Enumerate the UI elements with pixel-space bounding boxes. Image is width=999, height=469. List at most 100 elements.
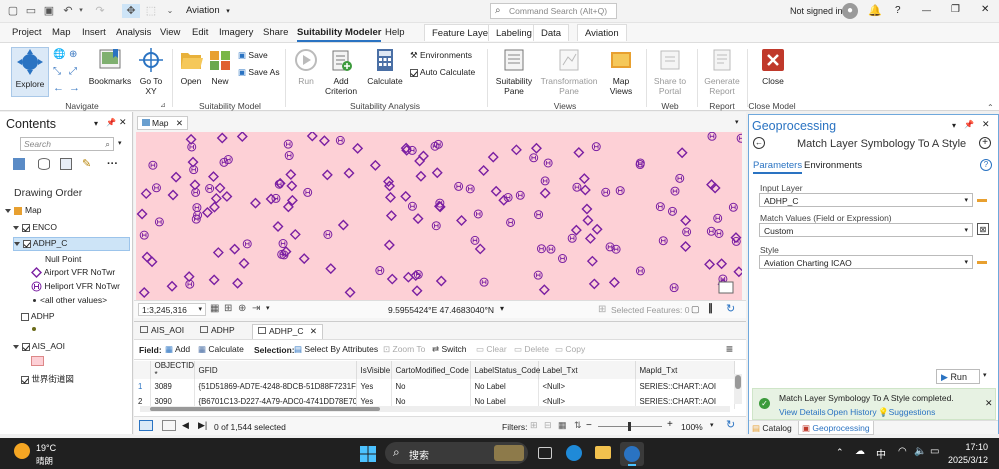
table-menu-icon[interactable]: ≡ [726, 342, 733, 356]
cloud-icon[interactable]: ☁ [855, 446, 865, 457]
customize-toolbar-icon[interactable]: ⌄ [163, 4, 177, 18]
map-canvas[interactable] [136, 132, 742, 300]
show-selected-records-icon[interactable] [162, 420, 176, 431]
fixed-zoom-in-icon[interactable]: ⤡ [53, 66, 61, 77]
edge-icon[interactable] [566, 445, 582, 461]
search-dropdown-icon[interactable]: ▾ [118, 139, 122, 147]
calculate-field-button[interactable]: ▦ Calculate [198, 344, 244, 355]
table-cell[interactable]: No Label [470, 379, 539, 394]
toc-heliport-class[interactable]: Heliport VFR NoTwr [31, 281, 120, 295]
open-button[interactable]: Open [178, 47, 204, 86]
switch-selection-button[interactable]: ⇄ Switch [432, 344, 467, 355]
list-by-data-source-icon[interactable] [38, 158, 50, 170]
tab-edit[interactable]: Edit [192, 27, 208, 38]
snap-icon[interactable]: ⇥ [252, 303, 260, 314]
adhp-checkbox[interactable] [21, 312, 29, 321]
coordinate-options-icon[interactable]: ▾ [500, 304, 504, 313]
row-number[interactable]: 1 [134, 379, 151, 394]
toc-adhp-c[interactable]: ADHP_C [13, 237, 130, 251]
tab-environments[interactable]: Environments [804, 160, 862, 171]
refresh-icon[interactable]: ↻ [726, 418, 735, 431]
new-project-icon[interactable]: ▢ [6, 4, 20, 18]
slider-thumb[interactable] [628, 422, 631, 431]
bookmarks-button[interactable]: Bookmarks [88, 47, 132, 86]
grid-icon[interactable]: ▦ [210, 303, 219, 314]
tab-options-icon[interactable]: ▾ [735, 118, 739, 126]
collapse-ribbon-icon[interactable]: ⌃ [987, 103, 994, 112]
table-zoom-slider[interactable] [598, 422, 662, 431]
dismiss-message-icon[interactable]: ✕ [985, 398, 993, 409]
zoom-in-icon[interactable]: + [667, 419, 673, 430]
column-header[interactable]: Label_Txt [538, 361, 636, 379]
arcgis-pro-taskbar-button[interactable] [620, 442, 644, 466]
maximize-button[interactable]: ❐ [951, 4, 960, 15]
tab-project[interactable]: Project [12, 27, 42, 38]
view-details-link[interactable]: View Details [779, 407, 826, 417]
fixed-zoom-out-icon[interactable]: ⤢ [69, 66, 77, 77]
calculate-button[interactable]: Calculate [366, 47, 404, 86]
suitability-pane-button[interactable]: Suitability Pane [492, 47, 536, 96]
list-by-drawing-order-icon[interactable] [13, 158, 25, 170]
table-tab-ais-aoi[interactable]: AIS_AOI [140, 325, 184, 339]
close-tab-icon[interactable]: ✕ [176, 118, 183, 128]
contents-search-input[interactable]: Search ⌕ [20, 137, 114, 151]
tab-aviation[interactable]: Aviation [577, 24, 627, 41]
weather-temp[interactable]: 19°C [36, 443, 56, 453]
catalog-tab[interactable]: ▤ Catalog [752, 423, 792, 434]
adhp-c-checkbox[interactable] [23, 239, 31, 248]
column-header[interactable]: LabelStatus_Code [470, 361, 540, 379]
browse-folder-icon[interactable]: ▬ [977, 194, 987, 205]
tab-analysis[interactable]: Analysis [116, 27, 151, 38]
scrollbar-thumb[interactable] [735, 375, 741, 389]
close-window-button[interactable]: ✕ [981, 4, 989, 15]
filter-definition-icon[interactable]: ⊟ [544, 420, 552, 431]
project-combo[interactable]: Aviation ▾ [186, 4, 248, 18]
clock-time[interactable]: 17:10 [948, 442, 988, 452]
first-record-icon[interactable]: ◀ [182, 420, 189, 431]
table-tab-adhp[interactable]: ADHP [200, 325, 235, 339]
auto-calculate-checkbox[interactable]: Auto Calculate [410, 67, 475, 77]
pan-icon[interactable]: ✥ [122, 4, 140, 18]
sign-in-status[interactable]: Not signed in [790, 6, 843, 16]
run-dropdown-icon[interactable]: ▾ [983, 371, 987, 379]
open-history-link[interactable]: Open History [827, 407, 877, 417]
zoom-selection-icon[interactable]: ⊕ [69, 49, 77, 60]
list-by-editing-icon[interactable]: ✎ [82, 157, 91, 170]
pause-drawing-icon[interactable]: ∥ [708, 303, 713, 314]
pin-icon[interactable]: 📌 [964, 120, 974, 129]
select-by-attributes-button[interactable]: ▤ Select By Attributes [294, 344, 378, 355]
tab-parameters[interactable]: Parameters [753, 160, 803, 174]
close-tab-icon[interactable]: ✕ [310, 326, 317, 336]
explore-button[interactable]: Explore [11, 47, 49, 97]
browse-folder-icon[interactable]: ▬ [977, 256, 987, 267]
system-tray-chevron-icon[interactable]: ⌃ [836, 447, 844, 458]
ime-indicator[interactable]: 中 [876, 446, 886, 461]
file-explorer-icon[interactable] [595, 446, 611, 459]
close-pane-icon[interactable]: ✕ [982, 119, 990, 130]
toc-adhp[interactable]: ADHP [21, 311, 55, 325]
vertical-scrollbar[interactable] [734, 374, 742, 404]
column-header[interactable]: IsVisible [356, 361, 392, 379]
tab-suitability-modeler[interactable]: Suitability Modeler [297, 27, 382, 42]
notification-bell-icon[interactable]: 🔔 [868, 4, 882, 17]
column-header[interactable]: GFID [194, 361, 357, 379]
expand-icon[interactable] [5, 208, 11, 213]
close-model-button[interactable]: Close [756, 47, 790, 86]
expression-builder-icon[interactable]: ⊠ [977, 223, 989, 235]
table-cell[interactable]: <Null> [538, 379, 636, 394]
table-cell[interactable]: 3089 [150, 379, 195, 394]
pan-dropdown-icon[interactable]: ⊕ [238, 303, 246, 314]
environments-button[interactable]: ⚒ Environments [410, 50, 472, 61]
toc-other-class[interactable]: <all other values> [33, 295, 107, 309]
toc-ais-aoi[interactable]: AIS_AOI [13, 341, 65, 355]
world-street-map-checkbox[interactable] [21, 375, 29, 384]
match-values-field[interactable]: Custom ▾ [759, 223, 973, 237]
tab-share[interactable]: Share [263, 27, 288, 38]
tab-data[interactable]: Data [533, 24, 570, 41]
toc-airport-class[interactable]: Airport VFR NoTwr [31, 267, 115, 281]
pane-options-icon[interactable]: ▾ [94, 119, 98, 128]
save-as-button[interactable]: ▣ Save As [238, 67, 280, 78]
pane-options-icon[interactable]: ▾ [952, 121, 956, 130]
table-cell[interactable]: No [391, 379, 471, 394]
back-icon[interactable]: ← [753, 137, 765, 149]
